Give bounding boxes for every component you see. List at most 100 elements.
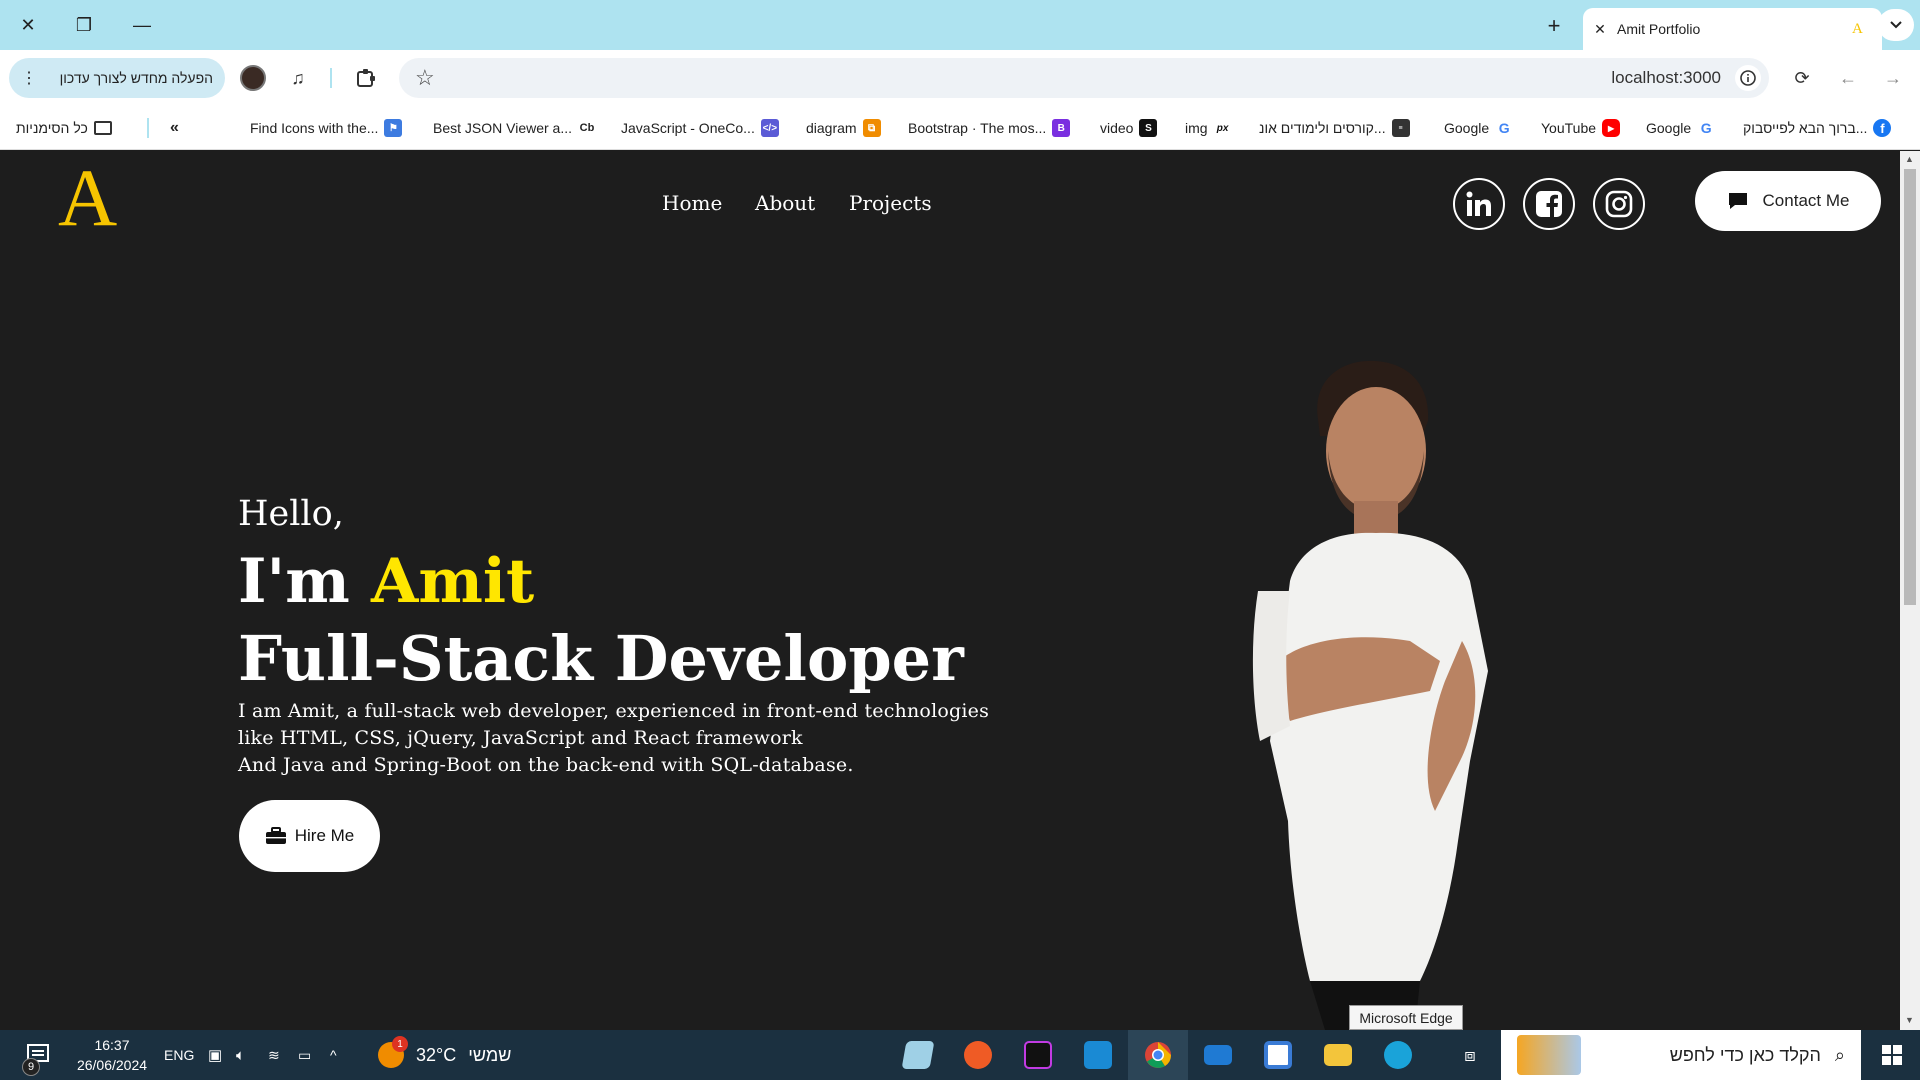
taskbar-app-chrome[interactable] (1128, 1030, 1188, 1080)
media-control-icon[interactable]: ♫ (278, 58, 318, 98)
bookmark-item-bootstrap[interactable]: Bootstrap · The mos... B (908, 116, 1071, 140)
bookmark-item-courses[interactable]: קורסים ולימודים אונ... ≡ (1259, 116, 1410, 140)
close-tab-icon[interactable]: ✕ (1583, 21, 1617, 38)
pexels-icon: px (1213, 119, 1232, 137)
taskbar-app-vscode[interactable] (1068, 1030, 1128, 1080)
scroll-up-icon[interactable]: ▲ (1905, 154, 1914, 164)
vscode-icon (1084, 1041, 1112, 1069)
taskbar-app-intellij[interactable] (1008, 1030, 1068, 1080)
taskbar-app-postman[interactable] (948, 1030, 1008, 1080)
bookmark-item-youtube[interactable]: YouTube ▶ (1541, 116, 1621, 140)
clock[interactable]: 16:37 26/06/2024 (72, 1035, 152, 1075)
reload-icon[interactable]: ⟳ (1782, 58, 1822, 98)
bookmark-item-facebook[interactable]: ברוך הבא לפייסבוק... f (1743, 116, 1892, 140)
flag-icon: ⚑ (384, 119, 403, 137)
scrollbar-thumb[interactable] (1904, 169, 1916, 605)
nav-home[interactable]: Home (662, 191, 722, 215)
restore-window-icon[interactable]: ❐ (64, 8, 104, 42)
battery-icon[interactable]: ▭ (298, 1030, 311, 1080)
search-icon: ⌕ (1834, 1044, 1845, 1065)
all-bookmarks-button[interactable]: כל הסימניות (16, 116, 112, 140)
taskbar-app-store[interactable] (1248, 1030, 1308, 1080)
facebook-button[interactable] (1523, 178, 1575, 230)
network-icon[interactable]: ≋ (268, 1030, 280, 1080)
tab-amit-portfolio[interactable]: ✕ Amit Portfolio A (1583, 8, 1882, 50)
extensions-icon[interactable] (346, 58, 386, 98)
tab-search-button[interactable] (1878, 9, 1914, 41)
new-tab-button[interactable]: + (1538, 12, 1570, 40)
volume-icon[interactable]: 🔈︎ (236, 1030, 245, 1080)
address-bar[interactable]: ☆ localhost:3000 (399, 58, 1769, 98)
youtube-icon: ▶ (1602, 119, 1621, 137)
windows-taskbar: 9 16:37 26/06/2024 ENG ▣ 🔈︎ ≋ ▭ ^ 1 32°C… (0, 1030, 1920, 1080)
bookmark-item-img[interactable]: img px (1185, 116, 1232, 140)
taskbar-search[interactable]: ⌕ הקלד כאן כדי לחפש (1501, 1030, 1861, 1080)
show-hidden-icons-icon[interactable]: ^ (330, 1030, 337, 1080)
search-highlight-image (1517, 1035, 1581, 1075)
linkedin-button[interactable] (1453, 178, 1505, 230)
start-button[interactable] (1864, 1030, 1920, 1080)
profile-photo (1252, 360, 1488, 1030)
weather-day: שמשי (468, 1044, 512, 1065)
edge-icon (1384, 1041, 1412, 1069)
nav-projects[interactable]: Projects (849, 191, 932, 215)
hero-name: Amit (371, 546, 535, 617)
star-bookmark-icon[interactable]: ☆ (415, 65, 435, 91)
forward-arrow-icon[interactable]: → (1873, 58, 1913, 98)
name-prefix: I'm (238, 546, 371, 617)
more-bookmarks-chevron-icon[interactable]: « (170, 116, 179, 140)
bookmark-item-google-1[interactable]: Google G (1444, 116, 1514, 140)
clock-time: 16:37 (94, 1037, 130, 1053)
hire-label: Hire Me (294, 826, 355, 845)
chevron-down-icon (1890, 21, 1902, 29)
bookmark-item-google-2[interactable]: Google G (1646, 116, 1716, 140)
back-arrow-icon[interactable]: ← (1828, 58, 1868, 98)
toolbar-divider (330, 68, 332, 88)
folder-icon (1324, 1044, 1352, 1066)
bookmark-item-javascript[interactable]: JavaScript - OneCo... </> (621, 116, 779, 140)
chat-bubble-icon (1728, 193, 1747, 209)
url-text[interactable]: localhost:3000 (1611, 68, 1721, 88)
notes-icon (901, 1041, 935, 1069)
video-icon: S (1139, 119, 1158, 137)
contact-me-button[interactable]: Contact Me (1695, 171, 1881, 231)
bookmark-item-json-viewer[interactable]: Best JSON Viewer a... Cb (433, 116, 597, 140)
site-logo[interactable]: A (58, 157, 117, 239)
bookmark-item-video[interactable]: video S (1100, 116, 1158, 140)
taskbar-app-notes[interactable] (888, 1030, 948, 1080)
bookmark-item-diagram[interactable]: diagram ⧉ (806, 116, 881, 140)
task-view-icon[interactable]: ⧈ (1440, 1030, 1500, 1080)
ime-icon[interactable]: ▣ (208, 1030, 222, 1080)
bootstrap-icon: B (1052, 119, 1071, 137)
intro-line-3: And Java and Spring-Boot on the back-end… (238, 754, 854, 776)
notification-count: 9 (22, 1058, 40, 1076)
minimize-window-icon[interactable]: — (122, 8, 162, 42)
nav-about[interactable]: About (755, 191, 815, 215)
portfolio-page: A Home About Projects Contact Me Hello, … (0, 151, 1900, 1030)
profile-avatar[interactable] (233, 58, 273, 98)
relaunch-update-button[interactable]: הפעלה מחדש לצורך עדכון ⋮ (9, 58, 225, 98)
mail-icon (1204, 1045, 1232, 1065)
weather-widget[interactable]: 1 32°C שמשי (378, 1030, 511, 1080)
hire-me-button[interactable]: Hire Me (239, 800, 380, 872)
close-window-icon[interactable]: ✕ (8, 8, 48, 42)
tab-title: Amit Portfolio (1617, 21, 1701, 37)
language-indicator[interactable]: ENG (164, 1030, 194, 1080)
intro-line-1: I am Amit, a full-stack web developer, e… (238, 700, 990, 722)
bookmark-item-find-icons[interactable]: Find Icons with the... ⚑ (250, 116, 403, 140)
search-placeholder: הקלד כאן כדי לחפש (1669, 1044, 1821, 1065)
notifications-button[interactable]: 9 (14, 1030, 62, 1080)
site-info-icon[interactable] (1735, 65, 1761, 91)
tooltip: Microsoft Edge (1349, 1005, 1463, 1030)
taskbar-app-explorer[interactable] (1308, 1030, 1368, 1080)
page-scrollbar[interactable]: ▲ ▼ (1900, 151, 1920, 1030)
scroll-down-icon[interactable]: ▼ (1905, 1015, 1914, 1025)
chrome-icon (1145, 1042, 1172, 1068)
bookmarks-divider (147, 118, 149, 138)
facebook-icon (1536, 191, 1562, 217)
instagram-button[interactable] (1593, 178, 1645, 230)
taskbar-app-edge[interactable] (1368, 1030, 1428, 1080)
taskbar-app-mail[interactable] (1188, 1030, 1248, 1080)
more-vert-icon: ⋮ (21, 70, 37, 87)
weather-temp: 32°C (416, 1044, 457, 1065)
